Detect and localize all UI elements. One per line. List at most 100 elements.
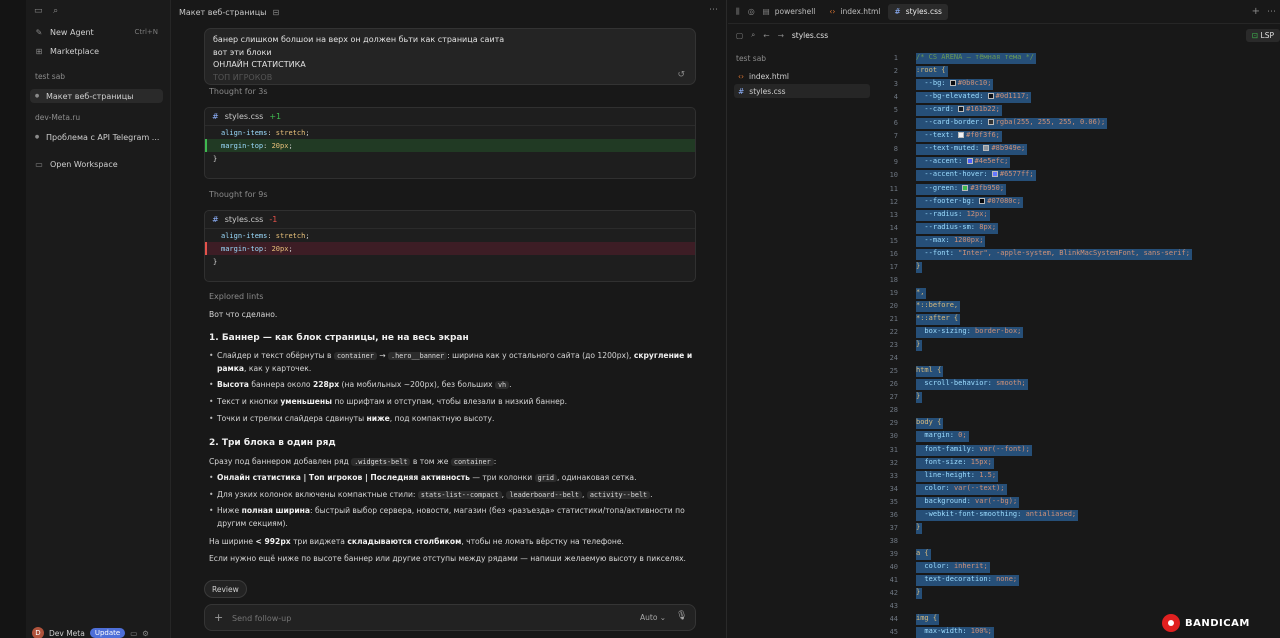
color-swatch[interactable] (983, 145, 990, 152)
panel-toggle-icon[interactable]: ⫼ (736, 7, 740, 17)
code-line: font-size: 15px; (916, 457, 994, 469)
line-number: 1 (893, 54, 898, 62)
lsp-status[interactable]: ⊡ LSP (1245, 29, 1280, 42)
app-window: ▭ ⌕ ✎ New Agent Ctrl+N ⊞ Marketplace tes… (0, 0, 1280, 638)
sidebar: ▭ ⌕ ✎ New Agent Ctrl+N ⊞ Marketplace tes… (26, 0, 171, 638)
line-number: 15 (889, 236, 898, 245)
search-icon[interactable]: ⌕ (53, 6, 58, 16)
layout-icon[interactable]: ▭ (130, 629, 137, 638)
line-number: 43 (889, 602, 898, 611)
line-number: 32 (889, 458, 898, 467)
code-line: *::after { (916, 314, 961, 325)
marketplace-label: Marketplace (50, 46, 100, 56)
microphone-icon[interactable]: 🎙 (676, 611, 687, 621)
forward-icon[interactable]: → (778, 31, 784, 40)
diff-block-1[interactable]: # styles.css +1 align-items: stretch; ma… (204, 107, 696, 179)
chat-header: Макет веб-страницы ⊟ (179, 4, 279, 20)
settings-icon[interactable]: ⚙ (142, 629, 149, 638)
breadcrumb[interactable]: styles.css (792, 31, 828, 40)
open-workspace-link[interactable]: ▭ Open Workspace (34, 157, 117, 171)
tab-powershell[interactable]: ▤ powershell (757, 4, 822, 20)
add-tab-icon[interactable]: + (1252, 6, 1260, 17)
tab-styles-css[interactable]: # styles.css (888, 3, 948, 20)
chat-title: Макет веб-страницы (179, 7, 267, 17)
user-message-line: банер слишком болшои на верх он должен б… (213, 35, 505, 44)
more-icon[interactable]: ⋯ (1267, 7, 1276, 17)
explored-label[interactable]: Explored lints (209, 292, 263, 301)
line-number: 3 (893, 80, 898, 89)
line-number: 42 (889, 589, 898, 598)
terminal-icon: ▤ (762, 7, 770, 16)
line-number: 19 (889, 288, 898, 297)
bullet-item: Ниже полная ширина: быстрый выбор сервер… (209, 505, 695, 530)
line-number: 14 (889, 223, 898, 232)
new-agent-button[interactable]: ✎ New Agent (34, 25, 94, 39)
tab-index-html[interactable]: ‹› index.html (823, 4, 886, 20)
code-editor[interactable]: 1 /* CS ARENA — тёмная тема */ 2:root {3 -… (874, 46, 1280, 638)
color-swatch[interactable] (962, 184, 969, 191)
diff-count: +1 (269, 112, 282, 121)
undo-icon[interactable]: ↺ (677, 69, 685, 82)
line-number: 18 (889, 275, 898, 284)
line-number: 38 (889, 536, 898, 545)
chat-item-label: Макет веб-страницы (46, 91, 134, 101)
code-line: --card-border: rgba(255, 255, 255, 0.06)… (916, 118, 1108, 130)
globe-icon[interactable]: ◎ (748, 7, 755, 16)
line-number: 27 (889, 393, 898, 402)
more-icon[interactable]: ⋯ (709, 5, 718, 15)
follow-up-input[interactable] (232, 610, 612, 626)
line-number: 40 (889, 562, 898, 571)
user-name: Dev Meta (49, 628, 85, 638)
line-number: 24 (889, 354, 898, 363)
diff-block-2[interactable]: # styles.css -1 align-items: stretch; ma… (204, 210, 696, 282)
avatar[interactable]: D (32, 627, 44, 638)
review-button[interactable]: Review (204, 580, 247, 598)
chat-item-telegram[interactable]: ● Проблема с API Telegram ... (34, 130, 160, 144)
code-line: img { (916, 614, 940, 626)
diff-line-removed: margin-top: 20px; (205, 242, 695, 255)
marketplace-link[interactable]: ⊞ Marketplace (34, 44, 99, 58)
model-selector[interactable]: Auto ⌄ (640, 613, 666, 622)
chat-item-active[interactable]: ● Макет веб-страницы (30, 89, 163, 103)
archive-icon[interactable]: ⊟ (272, 8, 279, 17)
diff-line: align-items: stretch; (221, 128, 310, 137)
files-icon[interactable]: ▢ (736, 31, 743, 40)
diff-header: # styles.css +1 (205, 108, 695, 126)
response-heading-2: 2. Три блока в один ряд (209, 438, 336, 448)
follow-up-bar: + Auto ⌄ 🎙 (204, 604, 696, 631)
plus-icon[interactable]: + (214, 611, 223, 624)
user-message[interactable]: банер слишком болшои на верх он должен б… (204, 28, 696, 85)
line-number: 31 (889, 445, 898, 454)
code-line: --max: 1200px; (916, 235, 986, 247)
code-line: -webkit-font-smoothing: antialiased; (916, 509, 1079, 521)
color-swatch[interactable] (958, 106, 965, 113)
back-icon[interactable]: ← (763, 31, 769, 40)
color-swatch[interactable] (949, 80, 956, 87)
thought-label[interactable]: Thought for 9s (209, 190, 268, 199)
code-line: --footer-bg: #07080c; (916, 196, 1023, 208)
file-styles-css[interactable]: # styles.css (734, 84, 870, 98)
user-message-line: вот эти блоки (213, 47, 272, 57)
color-swatch[interactable] (987, 93, 994, 100)
thought-label[interactable]: Thought for 3s (209, 87, 268, 96)
code-line: --bg-elevated: #0d1117; (916, 92, 1032, 104)
color-swatch[interactable] (979, 197, 986, 204)
response-paragraph: Если нужно ещё ниже по высоте баннер или… (209, 554, 686, 563)
color-swatch[interactable] (991, 171, 998, 178)
color-swatch[interactable] (966, 158, 973, 165)
response-heading-1: 1. Баннер — как блок страницы, не на вес… (209, 333, 469, 343)
code-line: } (916, 522, 923, 534)
search-icon[interactable]: ⌕ (751, 30, 755, 40)
line-number: 45 (889, 628, 898, 637)
color-swatch[interactable] (987, 119, 994, 126)
sidebar-toggle-icon[interactable]: ▭ (34, 6, 43, 16)
folder-icon: ▭ (35, 159, 43, 169)
file-index-html[interactable]: ‹› index.html (734, 69, 870, 83)
edit-icon: ✎ (35, 27, 43, 37)
code-line: *::before, (916, 300, 961, 312)
line-number: 6 (893, 119, 898, 128)
update-button[interactable]: Update (89, 628, 126, 638)
code-line: /* CS ARENA — тёмная тема */ (916, 53, 1037, 64)
color-swatch[interactable] (958, 132, 965, 139)
chat-item-label: Проблема с API Telegram ... (46, 132, 160, 142)
